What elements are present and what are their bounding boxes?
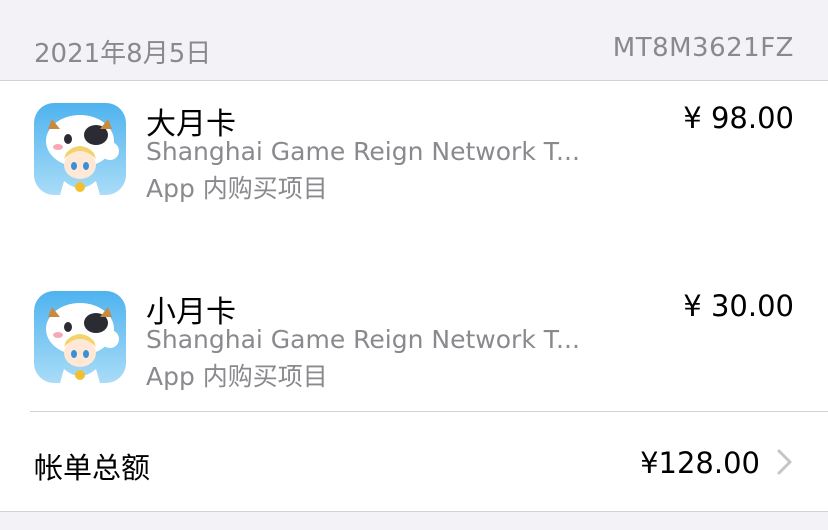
item-price: ¥ 98.00 bbox=[683, 101, 794, 135]
item-developer: Shanghai Game Reign Network T... bbox=[146, 325, 580, 354]
total-label: 帐单总额 bbox=[34, 451, 151, 485]
chevron-right-icon bbox=[777, 449, 792, 475]
purchase-item[interactable]: 大月卡 Shanghai Game Reign Network T... App… bbox=[0, 81, 828, 211]
item-developer: Shanghai Game Reign Network T... bbox=[146, 137, 580, 166]
receipt-header: 2021年8月5日 MT8M3621FZ bbox=[0, 0, 828, 81]
total-row[interactable]: 帐单总额 ¥128.00 bbox=[0, 412, 828, 511]
order-id: MT8M3621FZ bbox=[612, 33, 794, 63]
item-price: ¥ 30.00 bbox=[683, 289, 794, 323]
footer-spacer bbox=[0, 511, 828, 530]
receipt-page: 2021年8月5日 MT8M3621FZ 大月卡 Shanghai Game R… bbox=[0, 0, 828, 530]
total-amount: ¥128.00 bbox=[640, 446, 760, 480]
item-type: App 内购买项目 bbox=[146, 362, 328, 391]
purchase-list: 大月卡 Shanghai Game Reign Network T... App… bbox=[0, 81, 828, 511]
game-app-icon bbox=[34, 103, 126, 195]
game-app-icon bbox=[34, 291, 126, 383]
item-type: App 内购买项目 bbox=[146, 174, 328, 203]
purchase-date: 2021年8月5日 bbox=[34, 39, 212, 69]
purchase-item[interactable]: 小月卡 Shanghai Game Reign Network T... App… bbox=[0, 269, 828, 399]
